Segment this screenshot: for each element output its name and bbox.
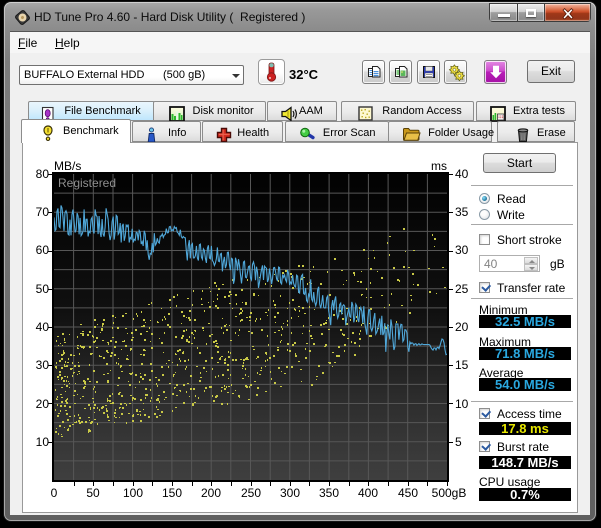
svg-text:Registered: Registered: [58, 176, 116, 190]
